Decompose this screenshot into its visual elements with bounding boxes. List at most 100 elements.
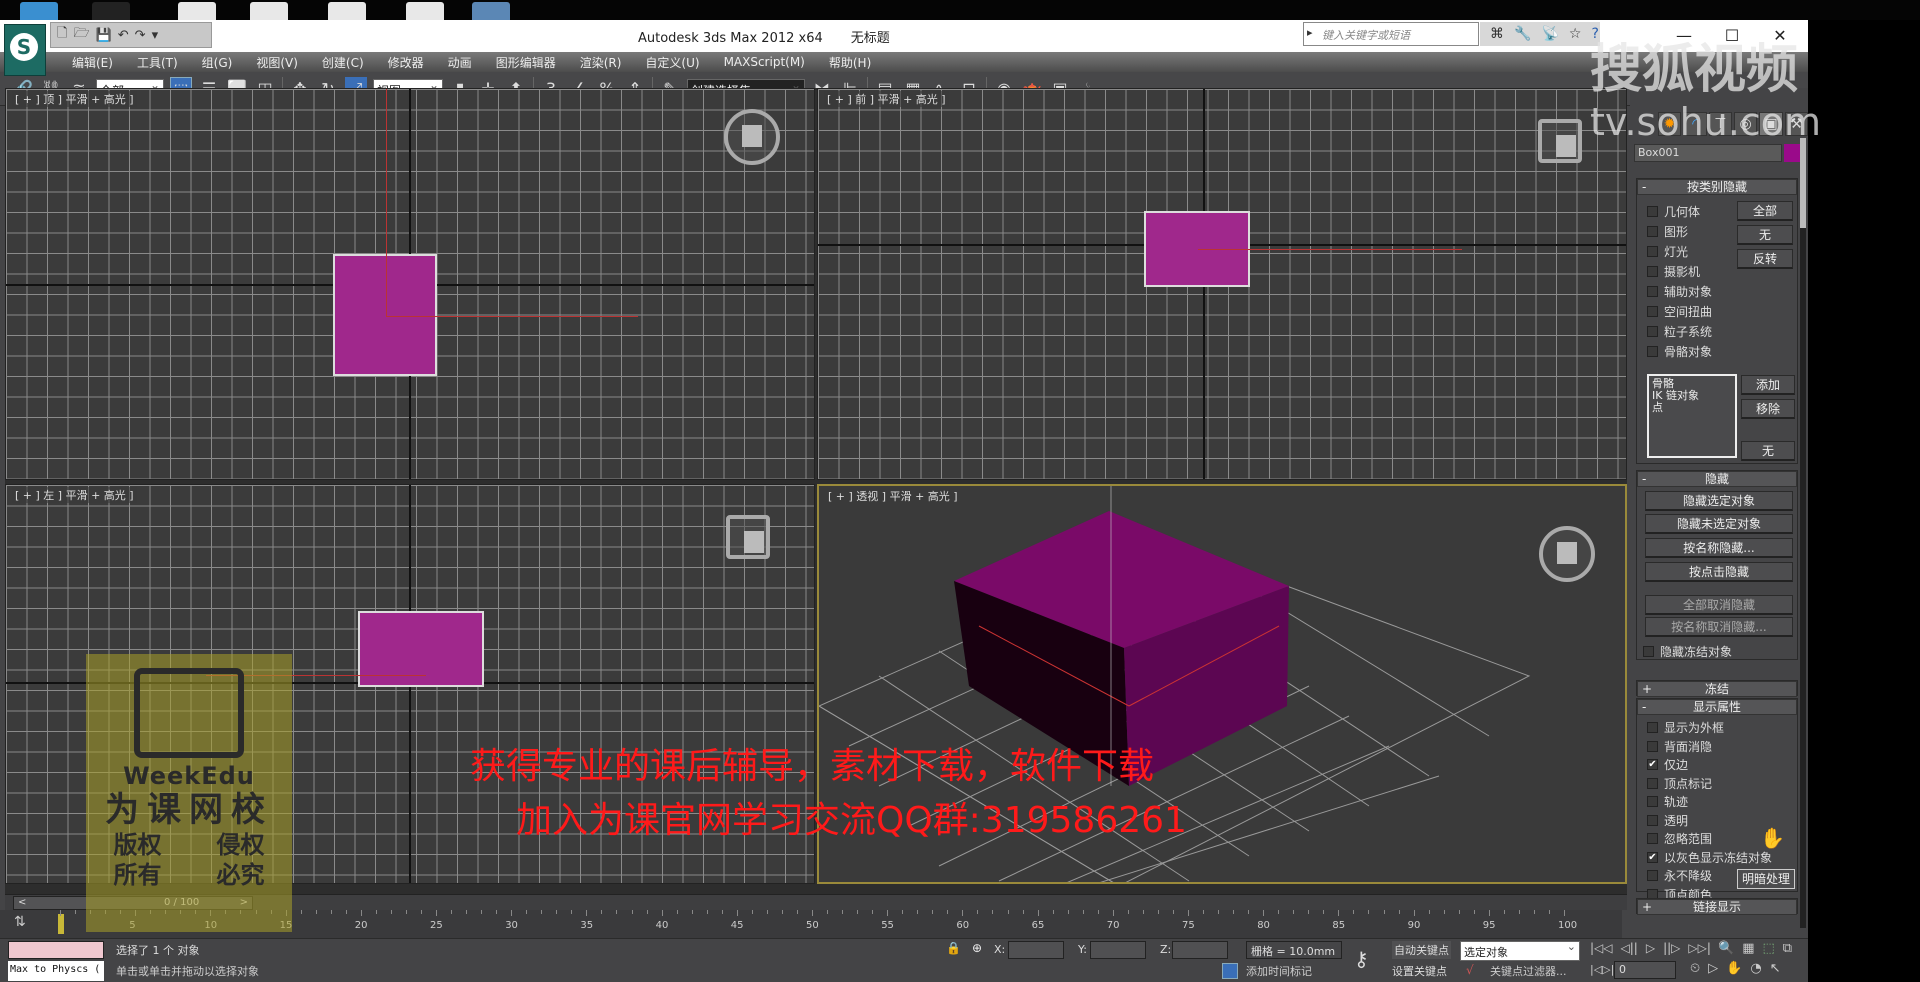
checkbox-display-property[interactable]: 忽略范围 [1647, 830, 1712, 847]
auto-key-button[interactable]: 自动关键点 [1392, 941, 1451, 959]
new-icon[interactable]: 🗋 [57, 24, 67, 46]
next-frame-icon[interactable]: ||▷ [1663, 941, 1680, 955]
menu-help[interactable]: 帮助(H) [817, 54, 883, 71]
checkbox-particle-systems[interactable]: 粒子系统 [1647, 323, 1712, 340]
all-button[interactable]: 全部 [1737, 201, 1793, 221]
rollout-header[interactable]: - 显示属性 [1637, 699, 1797, 715]
list-item[interactable]: IK 链对象 [1652, 390, 1732, 402]
goto-end-icon[interactable]: ▷▷| [1688, 941, 1711, 955]
hide-selected-button[interactable]: 隐藏选定对象 [1645, 491, 1793, 511]
zoom-extents-icon[interactable]: ⬚ [1762, 941, 1774, 956]
current-frame-field[interactable]: 0 [1614, 961, 1676, 979]
checkbox-display-property[interactable]: 永不降级 [1647, 867, 1712, 884]
checkbox-display-property[interactable]: ✔ 以灰色显示冻结对象 [1647, 849, 1772, 866]
key-mode-dropdown[interactable]: 选定对象 [1460, 940, 1580, 961]
rollout-header[interactable]: - 按类别隐藏 [1637, 179, 1797, 195]
previous-frame-icon[interactable]: ◁|| [1621, 941, 1638, 955]
desktop-icon[interactable] [20, 2, 58, 20]
list-none-button[interactable]: 无 [1741, 441, 1795, 461]
open-mini-curve-editor-icon[interactable]: ⇅ [14, 914, 38, 934]
viewport-label[interactable]: [ + ] 透视 ] 平滑 + 高光 ] [825, 488, 961, 504]
key-filters-button[interactable]: 关键点过滤器... [1490, 963, 1567, 979]
maxscript-mini-listener[interactable] [8, 941, 104, 959]
checkbox-display-property[interactable]: 顶点标记 [1647, 775, 1712, 792]
set-key-icon[interactable]: ⚷ [1354, 947, 1369, 971]
box-object[interactable] [333, 254, 437, 376]
unhide-by-name-button[interactable]: 按名称取消隐藏... [1645, 617, 1793, 637]
zoom-extents-all-icon[interactable]: ⧉ [1783, 941, 1792, 956]
rollout-header[interactable]: + 链接显示 [1637, 899, 1797, 915]
menu-group[interactable]: 组(G) [190, 54, 245, 71]
scrollbar-thumb[interactable] [1800, 138, 1806, 228]
z-coordinate-field[interactable] [1172, 941, 1228, 959]
maximize-viewport-icon[interactable]: ↖ [1770, 961, 1781, 976]
checkbox-cameras[interactable]: 摄影机 [1647, 263, 1700, 280]
add-time-tag-button[interactable]: 添加时间标记 [1246, 963, 1312, 979]
viewport-label[interactable]: [ + ] 左 ] 平滑 + 高光 ] [12, 487, 137, 503]
rollout-header[interactable]: + 冻结 [1637, 681, 1797, 697]
desktop-icon[interactable] [178, 2, 216, 20]
menu-maxscript[interactable]: MAXScript(M) [712, 55, 817, 69]
viewport-label[interactable]: [ + ] 前 ] 平滑 + 高光 ] [824, 91, 949, 107]
shading-button[interactable]: 明暗处理 [1737, 869, 1795, 889]
checkbox-geometry[interactable]: 几何体 [1647, 203, 1700, 220]
key-mode-toggle-icon[interactable]: |◁▷| [1590, 963, 1614, 976]
checkbox-display-property[interactable]: 背面消隐 [1647, 738, 1712, 755]
unhide-all-button[interactable]: 全部取消隐藏 [1645, 595, 1793, 615]
absolute-mode-icon[interactable]: ⊕ [972, 941, 982, 955]
menu-rendering[interactable]: 渲染(R) [568, 54, 634, 71]
menu-graph-editors[interactable]: 图形编辑器 [484, 54, 568, 71]
field-of-view-icon[interactable]: ▷ [1708, 961, 1718, 976]
checkbox-hide-frozen[interactable]: 隐藏冻结对象 [1643, 643, 1732, 660]
pan-hand-icon[interactable]: ✋ [1726, 961, 1742, 976]
orbit-icon[interactable]: ◔ [1750, 961, 1761, 976]
invert-button[interactable]: 反转 [1737, 249, 1793, 269]
satellite-icon[interactable]: 📡 [1541, 26, 1558, 42]
menu-create[interactable]: 创建(C) [310, 54, 376, 71]
viewport-top[interactable]: [ + ] 顶 ] 平滑 + 高光 ] [5, 88, 815, 480]
star-icon[interactable]: ☆ [1569, 26, 1582, 42]
checkbox-space-warps[interactable]: 空间扭曲 [1647, 303, 1712, 320]
rollout-header[interactable]: - 隐藏 [1637, 471, 1797, 487]
remove-button[interactable]: 移除 [1741, 399, 1795, 419]
command-panel-scrollbar[interactable] [1800, 138, 1806, 928]
checkbox-display-property[interactable]: ✔ 仅边 [1647, 756, 1688, 773]
category-list[interactable]: 骨骼 IK 链对象 点 [1647, 374, 1737, 458]
selection-lock-icon[interactable]: 🔒 [946, 941, 961, 955]
open-icon[interactable]: 🗁 [73, 24, 89, 46]
add-button[interactable]: 添加 [1741, 375, 1795, 395]
zoom-icon[interactable]: 🔍 [1718, 941, 1734, 956]
object-color-swatch[interactable] [1784, 144, 1800, 162]
checkbox-display-property[interactable]: 透明 [1647, 812, 1688, 829]
wrench-icon[interactable]: 🔧 [1514, 26, 1531, 42]
play-icon[interactable]: ▷ [1646, 941, 1655, 955]
desktop-icon[interactable] [328, 2, 366, 20]
object-name-field[interactable]: Box001 [1634, 144, 1782, 162]
search-input[interactable]: 键入关键字或短语 [1303, 22, 1479, 46]
viewcube-icon[interactable] [1538, 119, 1582, 163]
current-frame-marker[interactable] [58, 914, 64, 934]
zoom-all-icon[interactable]: ▦ [1742, 941, 1754, 956]
application-button[interactable]: S [4, 24, 46, 76]
goto-start-icon[interactable]: |◁◁ [1590, 941, 1613, 955]
checkbox-display-property[interactable]: 轨迹 [1647, 793, 1688, 810]
hide-by-name-button[interactable]: 按名称隐藏... [1645, 538, 1793, 558]
checkbox-shapes[interactable]: 图形 [1647, 223, 1688, 240]
desktop-icon[interactable] [406, 2, 444, 20]
set-key-button[interactable]: 设置关键点 [1392, 963, 1447, 979]
hide-by-hit-button[interactable]: 按点击隐藏 [1645, 562, 1793, 582]
menu-modifiers[interactable]: 修改器 [376, 54, 436, 71]
menu-tools[interactable]: 工具(T) [125, 54, 190, 71]
time-config-icon[interactable]: ⏲ [1690, 961, 1700, 976]
menu-views[interactable]: 视图(V) [244, 54, 310, 71]
checkbox-bone-objects[interactable]: 骨骼对象 [1647, 343, 1712, 360]
viewcube-icon[interactable] [724, 109, 780, 165]
hide-unselected-button[interactable]: 隐藏未选定对象 [1645, 514, 1793, 534]
x-coordinate-field[interactable] [1008, 941, 1064, 959]
checkbox-helpers[interactable]: 辅助对象 [1647, 283, 1712, 300]
menu-animation[interactable]: 动画 [436, 54, 484, 71]
desktop-icon[interactable] [250, 2, 288, 20]
list-item[interactable]: 点 [1652, 402, 1732, 414]
viewport-front[interactable]: [ + ] 前 ] 平滑 + 高光 ] [817, 88, 1627, 480]
none-button[interactable]: 无 [1737, 225, 1793, 245]
